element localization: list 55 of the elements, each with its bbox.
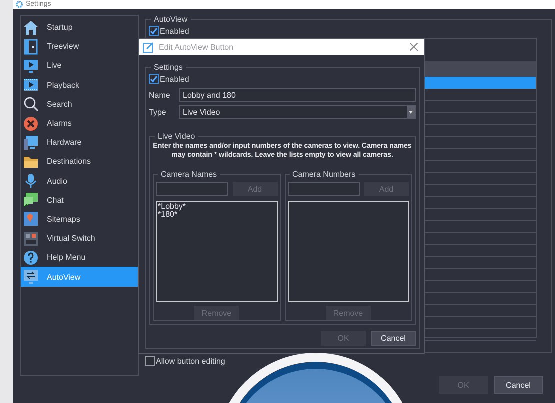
sidebar-item[interactable]: Search (21, 94, 138, 114)
type-dropdown[interactable]: Live Video (179, 105, 416, 119)
sidebar-item[interactable]: Playback (21, 76, 138, 95)
list-item[interactable]: *180* (158, 211, 276, 219)
dialog-title: Edit AutoView Button (159, 42, 234, 52)
help-icon (23, 250, 39, 266)
sidebar-item[interactable]: Help Menu (21, 248, 138, 268)
name-field[interactable]: Lobby and 180 (179, 88, 416, 102)
monitor-icon (23, 134, 39, 151)
house-icon (23, 20, 39, 36)
sidebar-item[interactable]: Chat (21, 190, 138, 210)
speech-bubble-icon (23, 192, 39, 208)
input-field[interactable] (156, 182, 228, 196)
group-label: Live Video (157, 132, 196, 141)
input-field[interactable] (288, 182, 360, 196)
sidebar-item[interactable]: Hardware (21, 133, 138, 152)
map-pin-icon (23, 211, 39, 228)
checkbox-label: Allow button editing (156, 356, 226, 366)
search-icon (23, 96, 39, 112)
sidebar-item[interactable]: Sitemaps (21, 210, 138, 230)
checkbox-label: Enabled (160, 74, 190, 84)
field-label: Type (149, 108, 168, 116)
field-label: Name (149, 90, 172, 100)
group-label: Settings (153, 63, 184, 72)
cancel-button[interactable]: Cancel (494, 376, 543, 394)
group-label: Camera Names (160, 170, 218, 179)
caret-icon (409, 110, 413, 114)
film-icon (23, 77, 39, 94)
gear-icon (16, 1, 23, 8)
sidebar-item[interactable]: Virtual Switch (21, 229, 138, 248)
group-label: Camera Numbers (292, 170, 357, 179)
checkbox[interactable] (145, 356, 155, 366)
x-circle-icon (23, 116, 39, 132)
close-icon[interactable] (410, 43, 418, 51)
monitor-icon (23, 269, 39, 286)
sidebar-item[interactable]: Audio (21, 172, 138, 191)
pencil-icon (143, 42, 154, 52)
checkbox-label: Enabled (160, 26, 190, 36)
sidebar-item[interactable]: Live (21, 56, 138, 76)
table-row[interactable] (422, 77, 536, 89)
panel-icon (23, 38, 39, 55)
checkbox[interactable] (149, 74, 159, 84)
list-box[interactable]: *Lobby* *180* (156, 201, 278, 302)
sidebar-item[interactable]: Treeview (21, 37, 138, 56)
checkbox[interactable] (149, 26, 159, 36)
list-item[interactable]: *Lobby* (158, 203, 276, 211)
grid-icon (23, 230, 39, 247)
sidebar-item[interactable]: Startup (21, 18, 138, 38)
microphone-icon (23, 173, 39, 190)
monitor-icon (23, 58, 39, 74)
sidebar-item[interactable]: Destinations (21, 152, 138, 172)
list-box[interactable] (288, 201, 409, 302)
cancel-button[interactable]: Cancel (371, 331, 416, 346)
sidebar-item[interactable]: Alarms (21, 114, 138, 134)
group-label: AutoView (153, 15, 189, 24)
